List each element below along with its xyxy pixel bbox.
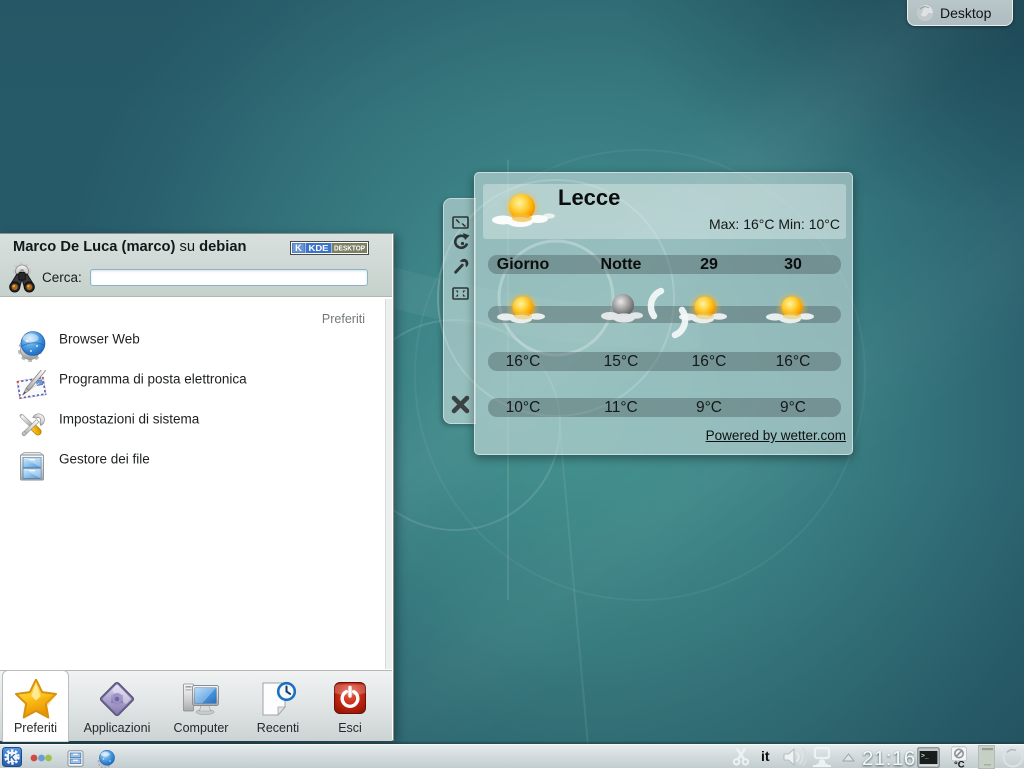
svg-text:KDE: KDE <box>309 244 330 253</box>
svg-text:>_: >_ <box>921 753 929 760</box>
svg-text:DESKTOP: DESKTOP <box>334 246 365 253</box>
svg-text:K: K <box>8 752 16 764</box>
svg-text:K: K <box>295 243 302 253</box>
